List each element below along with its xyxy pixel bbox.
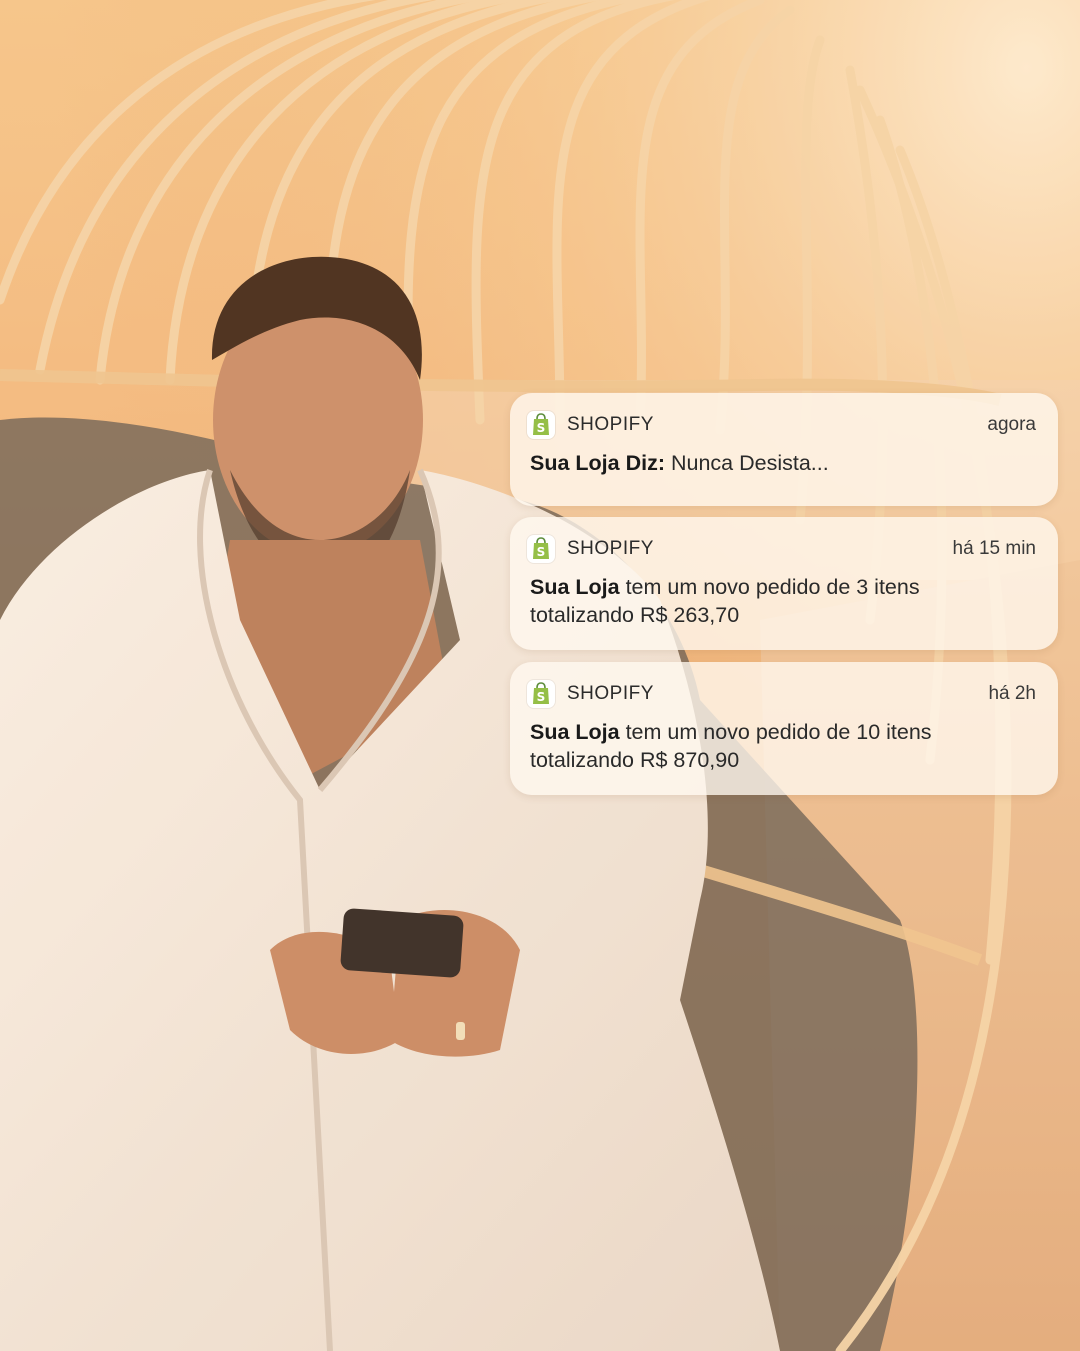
app-name: SHOPIFY [567, 414, 654, 435]
notification-header: S SHOPIFY há 15 min [527, 534, 1036, 564]
svg-text:S: S [537, 421, 546, 435]
svg-text:S: S [537, 690, 546, 704]
app-name: SHOPIFY [567, 683, 654, 704]
shopify-bag-icon: S [527, 535, 555, 563]
notification-body: Sua Loja tem um novo pedido de 10 itens … [530, 718, 1038, 774]
notification-header: S SHOPIFY agora [527, 410, 1036, 440]
notification-card[interactable]: S SHOPIFY há 15 min Sua Loja tem um novo… [510, 517, 1058, 650]
notification-text: tem um novo pedido de 10 itens [619, 720, 932, 744]
notification-header: S SHOPIFY há 2h [527, 679, 1036, 709]
notification-title: Sua Loja Diz: [530, 451, 665, 475]
notification-card[interactable]: S SHOPIFY há 2h Sua Loja tem um novo ped… [510, 662, 1058, 795]
shopify-bag-icon: S [527, 680, 555, 708]
notification-time: agora [987, 414, 1036, 435]
notification-time: há 15 min [952, 538, 1036, 559]
notification-text: tem um novo pedido de 3 itens [619, 575, 920, 599]
notification-body: Sua Loja tem um novo pedido de 3 itens t… [530, 573, 1038, 629]
shopify-bag-icon: S [527, 411, 555, 439]
notification-time: há 2h [988, 683, 1036, 704]
notification-title: Sua Loja [530, 720, 620, 744]
notification-title: Sua Loja [530, 575, 620, 599]
app-name: SHOPIFY [567, 538, 654, 559]
svg-text:S: S [537, 545, 546, 559]
notification-text-line2: totalizando R$ 263,70 [530, 603, 740, 627]
notification-text-line2: totalizando R$ 870,90 [530, 748, 740, 772]
notification-text: Nunca Desista... [664, 451, 829, 475]
notification-body: Sua Loja Diz: Nunca Desista... [530, 449, 1038, 477]
notification-card[interactable]: S SHOPIFY agora Sua Loja Diz: Nunca Desi… [510, 393, 1058, 506]
